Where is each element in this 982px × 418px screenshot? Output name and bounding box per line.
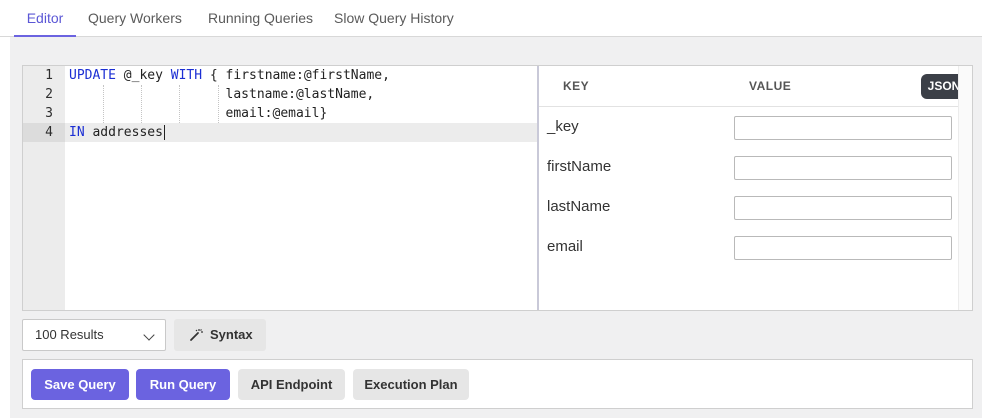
text-cursor [163, 125, 165, 140]
bind-parameters-panel: KEY VALUE JSON _key firstName lastName e… [537, 66, 972, 310]
line-number: 3 [45, 106, 53, 121]
panel-scrollbar[interactable] [958, 66, 972, 310]
parameter-key: email [547, 238, 583, 255]
query-actions-bar: Save Query Run Query API Endpoint Execut… [22, 359, 973, 409]
parameter-key: lastName [547, 198, 611, 215]
key-column-header: KEY [563, 79, 590, 93]
code-line: UPDATE @_key WITH { firstname:@firstName… [65, 66, 537, 85]
bind-parameter-row: firstName [539, 148, 959, 188]
bind-parameters-header: KEY VALUE JSON [539, 66, 967, 107]
tab-editor[interactable]: Editor [14, 0, 76, 37]
chevron-down-icon [143, 329, 155, 341]
code-line-active: IN addresses [65, 123, 537, 142]
results-limit-select[interactable]: 100 Results [22, 319, 166, 351]
code-text: lastname:@lastName, [69, 87, 375, 102]
code-text: @_key [115, 68, 171, 83]
code-line: lastname:@lastName, [65, 85, 537, 104]
bind-parameter-row: lastName [539, 188, 959, 228]
run-query-button[interactable]: Run Query [136, 369, 230, 400]
code-keyword: UPDATE [69, 68, 116, 83]
execution-plan-button[interactable]: Execution Plan [353, 369, 469, 400]
code-keyword: WITH [170, 68, 203, 83]
tab-running-queries[interactable]: Running Queries [208, 0, 313, 37]
parameter-value-input[interactable] [734, 196, 952, 220]
query-editor[interactable]: 1 2 3 4 UPDATE @_key WITH { firstname:@f… [23, 66, 537, 310]
parameter-key: firstName [547, 158, 612, 175]
syntax-button[interactable]: Syntax [174, 319, 266, 351]
tab-query-workers[interactable]: Query Workers [88, 0, 182, 37]
value-column-header: VALUE [749, 79, 792, 93]
query-editor-container: 1 2 3 4 UPDATE @_key WITH { firstname:@f… [22, 65, 973, 311]
line-number: 2 [45, 87, 53, 102]
tab-slow-query-history[interactable]: Slow Query History [334, 0, 454, 37]
line-number-gutter: 1 2 3 4 [23, 66, 65, 310]
code-area[interactable]: UPDATE @_key WITH { firstname:@firstName… [65, 66, 537, 310]
code-text: { firstname:@firstName, [202, 68, 390, 83]
code-text: addresses [84, 125, 163, 140]
code-line: email:@email} [65, 104, 537, 123]
bind-parameter-row: email [539, 228, 959, 268]
code-keyword: IN [69, 125, 85, 140]
parameter-value-input[interactable] [734, 156, 952, 180]
bind-parameter-row: _key [539, 108, 959, 148]
tab-bar: Editor Query Workers Running Queries Slo… [0, 0, 982, 37]
code-text: email:@email} [69, 106, 328, 121]
api-endpoint-button[interactable]: API Endpoint [238, 369, 345, 400]
parameter-key: _key [547, 118, 579, 135]
results-limit-value: 100 Results [35, 327, 104, 342]
line-number: 4 [23, 123, 65, 142]
line-number: 1 [45, 68, 53, 83]
syntax-button-label: Syntax [210, 327, 253, 342]
save-query-button[interactable]: Save Query [31, 369, 129, 400]
parameter-value-input[interactable] [734, 116, 952, 140]
parameter-value-input[interactable] [734, 236, 952, 260]
magic-wand-icon [190, 329, 203, 341]
